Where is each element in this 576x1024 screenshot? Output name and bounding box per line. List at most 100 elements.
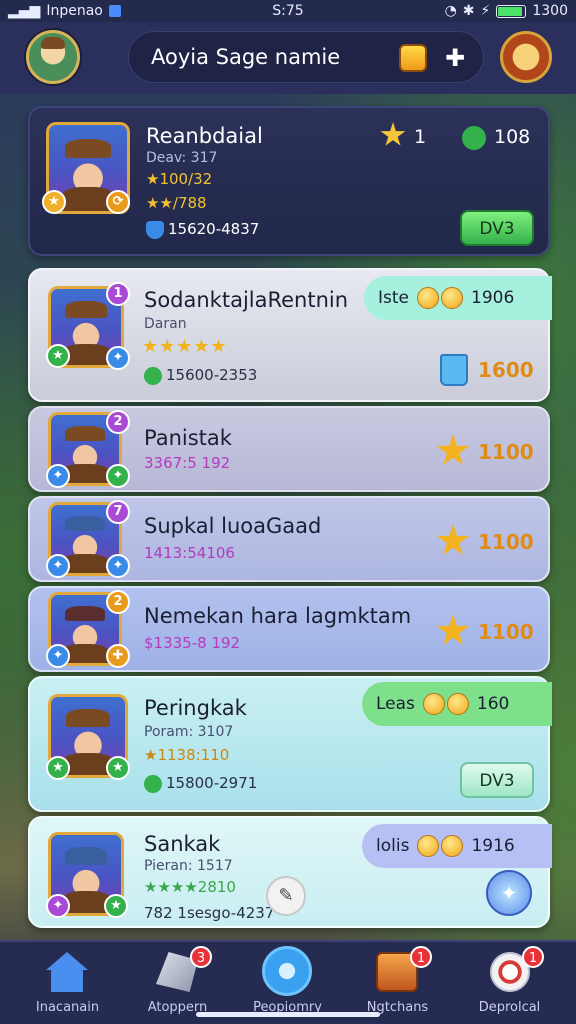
row-value: 1100 xyxy=(478,620,534,644)
gift-icon[interactable] xyxy=(399,44,427,72)
row-meta: $1335-8 192 xyxy=(144,634,241,652)
row-stat: ★1138:110 xyxy=(144,746,230,764)
spark-badge-icon: ✦ xyxy=(106,554,130,578)
row-value: 1100 xyxy=(478,440,534,464)
rank-number-badge: 2 xyxy=(106,410,130,434)
row-button[interactable]: DV3 xyxy=(460,762,534,798)
spark-badge-icon: ✦ xyxy=(46,464,70,488)
row-value: 1100 xyxy=(478,530,534,554)
notification-badge: 1 xyxy=(522,946,544,968)
signal-strength-icon: ⚡ xyxy=(480,3,491,19)
compass-icon xyxy=(262,946,312,996)
status-bar: ▂▄▆ Inpenao S:75 ◔ ✱ ⚡ 1300 xyxy=(0,0,576,22)
cup-icon xyxy=(440,354,468,386)
title-bar: Aoyia Sage namie ✚ xyxy=(128,31,484,83)
menu-button[interactable] xyxy=(500,31,552,83)
shield-icon xyxy=(144,366,162,385)
row-sub: Daran xyxy=(144,316,187,332)
spark-badge-icon: ✦ xyxy=(46,894,70,918)
nav-home[interactable]: Inacanain xyxy=(10,942,125,1024)
row-name: Sankak xyxy=(144,832,221,856)
signal-icon: ▂▄▆ xyxy=(8,3,41,19)
spark-badge-icon: ✦ xyxy=(46,644,70,668)
star-badge-icon: ★ xyxy=(104,894,128,918)
puzzle-icon[interactable]: ✚ xyxy=(441,44,469,72)
battery-label: 1300 xyxy=(532,3,568,19)
star-badge-icon: ★ xyxy=(46,344,70,368)
top-header: Aoyia Sage namie ✚ xyxy=(0,22,576,94)
row-name: Panistak xyxy=(144,426,232,450)
gem-count: 1 xyxy=(414,126,427,148)
player-name: Reanbdaial xyxy=(146,124,263,148)
row-value: 1600 xyxy=(478,358,534,382)
star-icon xyxy=(436,434,470,465)
boost-button[interactable]: ✦ xyxy=(486,870,532,916)
reward-label: Iste xyxy=(378,288,409,308)
top-profile-card[interactable]: ★ ⟳ Reanbdaial Deav: 317 ★100/32 ★★/788 … xyxy=(28,106,550,256)
row-name: Nemekan hara lagmktam xyxy=(144,604,412,628)
leaderboard-row-5[interactable]: ★ ★ Peringkak Poram: 3107 ★1138:110 1580… xyxy=(28,676,552,812)
row-sub: Pieran: 1517 xyxy=(144,858,233,874)
leaderboard-row-6[interactable]: ✦ ★ Sankak Pieran: 1517 ★★★★2810 782 1se… xyxy=(28,816,552,928)
row-meta: 1413:54106 xyxy=(144,544,235,562)
rank-number-badge: 2 xyxy=(106,590,130,614)
battery-icon xyxy=(496,4,527,18)
row-name: Supkal luoaGaad xyxy=(144,514,322,538)
player-stat-1: ★100/32 xyxy=(146,170,213,188)
row-stat: ★★★★2810 xyxy=(144,878,236,896)
player-sub: Deav: 317 xyxy=(146,150,218,166)
row-id: 782 1sesgo-4237 xyxy=(144,904,275,922)
player-stat-2: ★★/788 xyxy=(146,194,207,212)
player-avatar[interactable] xyxy=(26,30,80,84)
coin-icon xyxy=(417,287,439,309)
coin-icon xyxy=(417,835,440,857)
bluetooth-icon: ✱ xyxy=(462,3,475,19)
spark-badge-icon: ✦ xyxy=(106,346,130,370)
row-name: Peringkak xyxy=(144,696,247,720)
coin-icon xyxy=(446,693,469,715)
player-id: 15620-4837 xyxy=(146,220,259,239)
leaderboard-row-3[interactable]: 7 ✦ ✦ Supkal luoaGaad 1413:54106 1100 xyxy=(28,496,550,582)
row-name: SodanktajlaRentnin xyxy=(144,288,349,312)
top-card-button[interactable]: DV3 xyxy=(460,210,534,246)
star-badge-icon: ★ xyxy=(106,756,130,780)
nav-label: Inacanain xyxy=(35,1000,100,1015)
row-id: 15600-2353 xyxy=(144,366,257,385)
leaderboard-row-2[interactable]: 2 ✦ ✦ Panistak 3367:5 192 1100 xyxy=(28,406,550,492)
carrier-label: Inpenao xyxy=(46,3,103,19)
home-icon xyxy=(46,952,88,992)
home-indicator[interactable] xyxy=(196,1012,380,1017)
reward-value: 160 xyxy=(476,694,510,714)
star-icon xyxy=(436,614,470,645)
reward-label: lolis xyxy=(376,836,410,856)
coin-icon xyxy=(441,287,463,309)
row-id: 15800-2971 xyxy=(144,774,257,793)
coin-icon xyxy=(441,835,464,857)
spark-badge-icon: ✦ xyxy=(46,554,70,578)
rank-number-badge: 1 xyxy=(106,282,130,306)
row-meta: 3367:5 192 xyxy=(144,454,231,472)
shield-icon xyxy=(144,774,162,793)
coin-icon xyxy=(422,693,445,715)
leaderboard-row-1[interactable]: 1 ★ ✦ SodanktajlaRentnin Daran ★★★★★ 156… xyxy=(28,268,552,402)
feather-icon[interactable]: ✎ xyxy=(266,876,306,916)
leaderboard-row-4[interactable]: 2 ✦ ✚ Nemekan hara lagmktam $1335-8 192 … xyxy=(28,586,550,672)
level-badge-icon: ⟳ xyxy=(106,190,130,214)
plus-badge-icon: ✚ xyxy=(106,644,130,668)
row-stars: ★★★★★ xyxy=(142,336,228,357)
nav-label: Deprolcal xyxy=(478,1000,541,1015)
star-badge-icon: ★ xyxy=(46,756,70,780)
reward-pill: lolis 1916 xyxy=(362,824,552,868)
reward-pill: Iste 1906 xyxy=(364,276,552,320)
page-title: Aoyia Sage namie xyxy=(151,45,341,69)
gem-icon xyxy=(380,122,406,146)
app-notification-icon xyxy=(108,5,121,17)
clock: S:75 xyxy=(272,3,304,19)
plus-coin-icon[interactable] xyxy=(462,126,486,150)
nav-profile[interactable]: 1 Deprolcal xyxy=(452,942,567,1024)
notification-badge: 1 xyxy=(410,946,432,968)
reward-pill: Leas 160 xyxy=(362,682,552,726)
row-sub: Poram: 3107 xyxy=(144,724,234,740)
coin-count: 108 xyxy=(494,126,531,148)
star-icon xyxy=(436,524,470,555)
